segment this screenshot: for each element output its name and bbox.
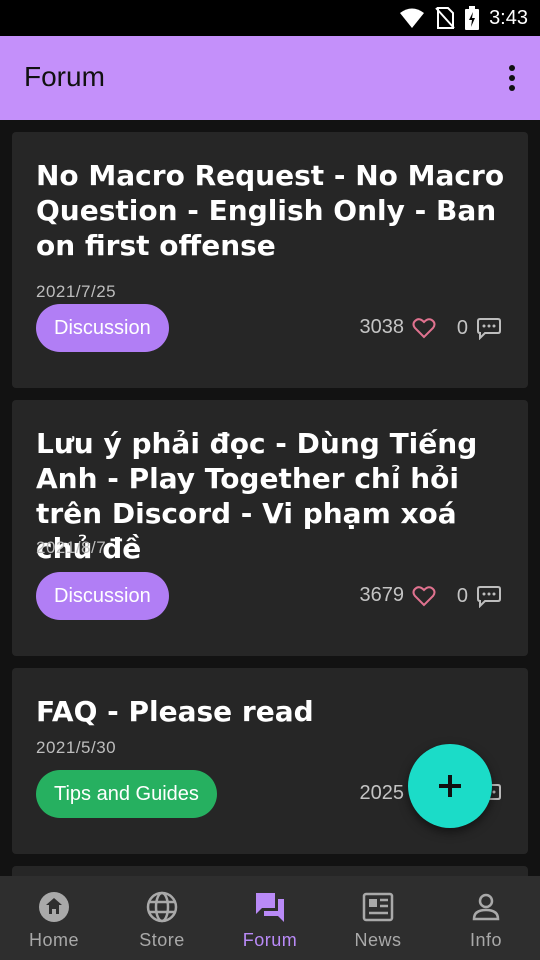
nav-item-news[interactable]: News	[324, 876, 432, 960]
post-tag[interactable]: Discussion	[36, 572, 169, 620]
post-date: 2021/8/7	[36, 538, 107, 557]
nav-item-info[interactable]: Info	[432, 876, 540, 960]
comments-count: 0	[456, 584, 468, 607]
comments-count: 0	[456, 316, 468, 339]
home-icon	[39, 892, 69, 922]
nav-label: Forum	[242, 930, 298, 950]
post-card[interactable]: Lưu ý phải đọc - Dùng Tiếng Anh - Play T…	[12, 400, 528, 656]
nav-label: Info	[469, 930, 503, 950]
globe-icon	[146, 891, 178, 923]
no-sim-icon	[435, 7, 455, 29]
plus-icon	[439, 775, 461, 797]
post-card[interactable]	[12, 866, 528, 876]
more-vertical-icon	[509, 65, 515, 91]
person-icon	[472, 893, 500, 921]
overflow-menu-button[interactable]	[500, 64, 524, 92]
forum-icon	[256, 893, 284, 922]
likes-count: 2025	[359, 782, 405, 804]
post-date: 2021/5/30	[36, 738, 117, 757]
nav-label: Home	[28, 930, 79, 950]
nav-item-store[interactable]: Store	[108, 876, 216, 960]
app-bar: Forum	[0, 36, 540, 120]
nav-item-home[interactable]: Home	[0, 876, 108, 960]
post-card[interactable]: No Macro Request - No Macro Question - E…	[12, 132, 528, 388]
news-icon	[362, 892, 394, 922]
post-tag[interactable]: Discussion	[36, 304, 169, 352]
comments-button[interactable]: 0	[457, 316, 502, 340]
comment-icon	[477, 586, 501, 608]
heart-icon	[412, 585, 436, 606]
likes-count: 3679	[359, 584, 405, 606]
comment-icon	[477, 318, 501, 340]
nav-item-forum[interactable]: Forum	[216, 876, 324, 960]
bottom-navigation: Home Store Forum News Info	[0, 876, 540, 960]
status-icons: 3:43	[399, 6, 528, 30]
likes-count: 3038	[359, 316, 405, 338]
nav-label: News	[354, 930, 402, 950]
likes-button[interactable]: 3038	[360, 316, 437, 339]
post-title: FAQ - Please read	[36, 695, 314, 728]
post-title: No Macro Request - No Macro Question - E…	[36, 159, 505, 262]
post-title: Lưu ý phải đọc - Dùng Tiếng Anh - Play T…	[36, 427, 478, 565]
post-date: 2021/7/25	[36, 282, 117, 301]
status-time: 3:43	[489, 6, 528, 29]
likes-button[interactable]: 3679	[360, 584, 437, 607]
battery-charging-icon	[465, 6, 480, 30]
heart-icon	[412, 317, 436, 338]
page-title: Forum	[24, 61, 105, 92]
comments-button[interactable]: 0	[457, 584, 502, 608]
status-bar: 3:43	[0, 0, 540, 36]
post-tag[interactable]: Tips and Guides	[36, 770, 217, 818]
wifi-icon	[400, 8, 425, 28]
nav-label: Store	[139, 930, 185, 950]
new-post-button[interactable]	[408, 744, 492, 828]
